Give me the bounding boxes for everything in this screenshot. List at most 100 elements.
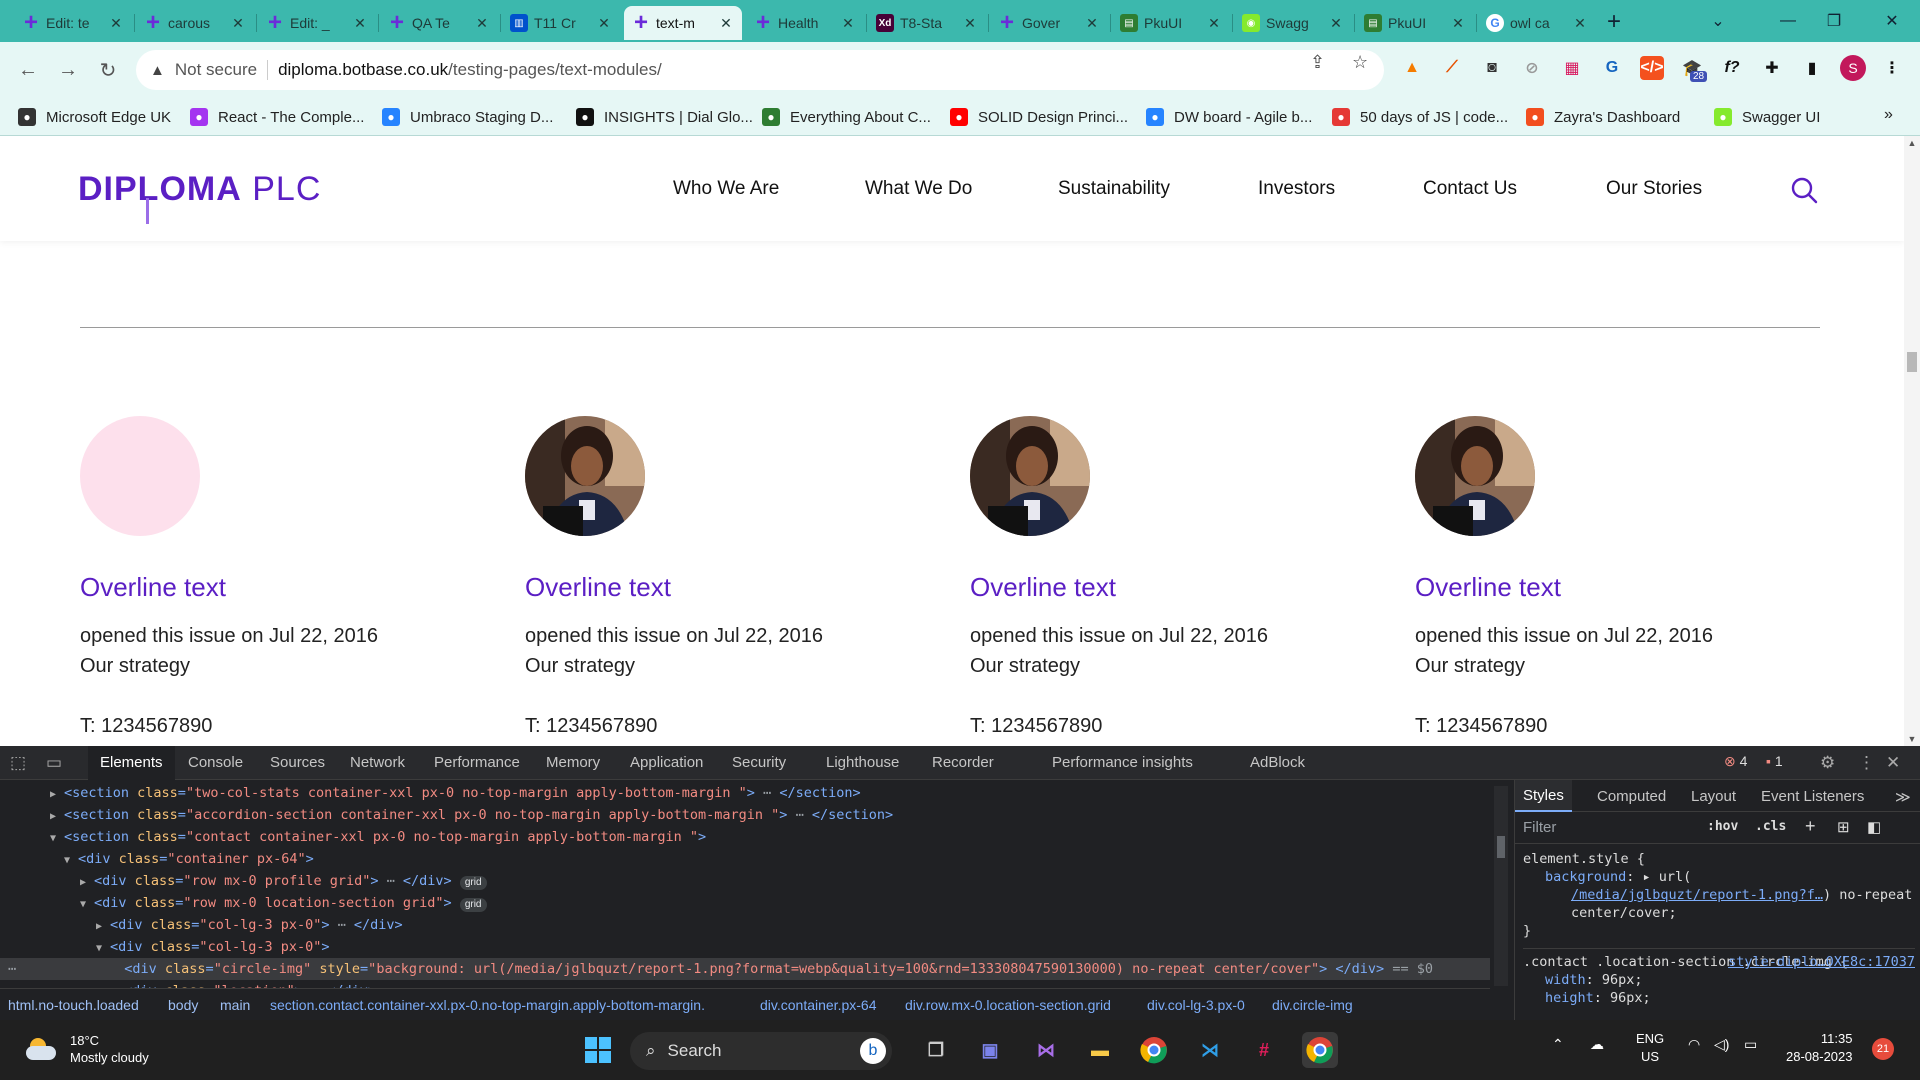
devtools-tab[interactable]: AdBlock (1250, 754, 1305, 771)
browser-tab[interactable]: ▥ T11 Cr ✕ (502, 6, 620, 40)
error-count[interactable]: ⊗ 4 (1724, 753, 1747, 770)
breadcrumb-item[interactable]: div.col-lg-3.px-0 (1147, 997, 1245, 1013)
extension-icon[interactable]: ⊘ (1520, 56, 1544, 80)
close-tab-icon[interactable]: ✕ (1328, 15, 1344, 32)
styles-tab[interactable]: Computed (1597, 788, 1666, 805)
browser-tab[interactable]: + Edit: _ ✕ (258, 6, 376, 40)
breadcrumb-item[interactable]: html.no-touch.loaded (8, 997, 139, 1013)
visual-studio-icon[interactable]: ⋈ (1028, 1032, 1064, 1068)
weather-widget[interactable]: 18°C Mostly cloudy (24, 1032, 149, 1066)
battery-icon[interactable]: ▭ (1744, 1036, 1757, 1053)
devtools-tab[interactable]: Console (188, 754, 243, 771)
bookmark-item[interactable]: ● Umbraco Staging D... (382, 106, 553, 128)
chrome-icon[interactable] (1136, 1032, 1172, 1068)
width-declaration[interactable]: width: 96px; (1523, 971, 1915, 989)
browser-tab[interactable]: + Health ✕ (746, 6, 864, 40)
reload-icon[interactable]: ↻ (94, 56, 122, 84)
more-tabs-icon[interactable]: ≫ (1895, 788, 1911, 806)
devtools-tab[interactable]: Performance insights (1052, 754, 1193, 771)
browser-tab[interactable]: ▤ PkuUI ✕ (1356, 6, 1474, 40)
devtools-tab[interactable]: Security (732, 754, 786, 771)
teams-icon[interactable]: ▣ (972, 1032, 1008, 1068)
extension-icon[interactable]: ⟋ (1440, 56, 1464, 80)
styles-tab[interactable]: Layout (1691, 788, 1736, 805)
extension-icon[interactable]: ◙ (1480, 56, 1504, 80)
dom-node[interactable]: ▶ <section class="accordion-section conta… (0, 804, 1490, 826)
nav-link[interactable]: Our Stories (1606, 178, 1702, 200)
forward-icon[interactable]: → (54, 56, 82, 84)
extensions-puzzle-icon[interactable]: ✚ (1760, 56, 1784, 80)
extension-icon[interactable]: f? (1720, 56, 1744, 80)
wifi-icon[interactable]: ◠ (1688, 1036, 1700, 1053)
rule-source-link[interactable]: style-diplo…0XE8c:17037 (1728, 953, 1915, 971)
profile-avatar[interactable]: S (1840, 55, 1866, 81)
page-scrollbar[interactable]: ▲ ▼ (1904, 136, 1920, 746)
dom-node[interactable]: ▼ <div class="row mx-0 location-section g… (0, 892, 1490, 914)
restore-button[interactable]: ❐ (1806, 0, 1862, 42)
close-tab-icon[interactable]: ✕ (1572, 15, 1588, 32)
close-tab-icon[interactable]: ✕ (1450, 15, 1466, 32)
background-url[interactable]: /media/jglbquzt/report-1.png?f…) no-repe… (1523, 886, 1915, 922)
bookmark-item[interactable]: ● Swagger UI (1714, 106, 1820, 128)
side-panel-icon[interactable]: ▮ (1800, 56, 1824, 80)
dom-node[interactable]: ▼ <div class="col-lg-3 px-0"> (0, 936, 1490, 958)
extension-icon[interactable]: ▦ (1560, 56, 1584, 80)
extension-icon[interactable]: </> (1640, 56, 1664, 80)
nav-link[interactable]: Who We Are (673, 178, 779, 200)
add-rule-icon[interactable]: + (1805, 816, 1816, 837)
bookmarks-overflow[interactable]: » (1884, 106, 1893, 124)
browser-tab[interactable]: + QA Te ✕ (380, 6, 498, 40)
scroll-down-icon[interactable]: ▼ (1904, 734, 1920, 744)
tab-search-icon[interactable]: ⌄ (1690, 0, 1746, 42)
height-declaration[interactable]: height: 96px; (1523, 989, 1915, 1007)
bookmark-star-icon[interactable]: ☆ (1352, 52, 1368, 73)
close-tab-icon[interactable]: ✕ (474, 15, 490, 32)
devtools-tab[interactable]: Network (350, 754, 405, 771)
cls-toggle[interactable]: .cls (1755, 819, 1786, 834)
address-bar[interactable]: ▲ Not secure diploma.botbase.co.uk/testi… (136, 50, 1384, 90)
close-tab-icon[interactable]: ✕ (1206, 15, 1222, 32)
bing-icon[interactable]: b (860, 1038, 886, 1064)
breadcrumb-item[interactable]: body (168, 997, 198, 1013)
clock[interactable]: 11:35 28-08-2023 (1786, 1030, 1853, 1066)
breadcrumb-item[interactable]: main (220, 997, 250, 1013)
tray-overflow-icon[interactable]: ⌃ (1552, 1036, 1564, 1053)
extension-icon[interactable]: G (1600, 56, 1624, 80)
bookmark-item[interactable]: ● 50 days of JS | code... (1332, 106, 1508, 128)
device-toolbar-icon[interactable]: ▭ (46, 753, 62, 773)
dom-scrollbar[interactable] (1494, 786, 1508, 986)
onedrive-icon[interactable]: ☁ (1590, 1036, 1604, 1053)
devtools-tab[interactable]: Performance (434, 754, 520, 771)
bookmark-item[interactable]: ● Everything About C... (762, 106, 931, 128)
browser-tab[interactable]: Gowl ca ✕ (1478, 6, 1596, 40)
devtools-tab[interactable]: Sources (270, 754, 325, 771)
new-tab-button[interactable]: + (1600, 8, 1628, 36)
background-declaration[interactable]: background: ▸ url( (1523, 868, 1915, 886)
notification-badge[interactable]: 21 (1872, 1038, 1894, 1060)
close-tab-icon[interactable]: ✕ (1084, 15, 1100, 32)
search-icon[interactable] (1790, 176, 1818, 204)
file-explorer-icon[interactable]: ▬ (1082, 1032, 1118, 1068)
devtools-menu-icon[interactable]: ⋮ (1858, 753, 1875, 773)
site-logo[interactable]: DIPLOMA PLC (78, 170, 321, 224)
devtools-tab[interactable]: Application (630, 754, 703, 771)
styles-tab[interactable]: Event Listeners (1761, 788, 1864, 805)
scroll-up-icon[interactable]: ▲ (1904, 138, 1920, 148)
browser-tab[interactable]: Xd T8-Sta ✕ (868, 6, 986, 40)
browser-tab[interactable]: + text-m ✕ (624, 6, 742, 40)
nav-link[interactable]: Investors (1258, 178, 1335, 200)
nav-link[interactable]: Contact Us (1423, 178, 1517, 200)
volume-icon[interactable]: ◁) (1714, 1036, 1729, 1053)
devtools-tab[interactable]: Recorder (932, 754, 994, 771)
bookmark-item[interactable]: ● Zayra's Dashboard (1526, 106, 1680, 128)
browser-tab[interactable]: + Gover ✕ (990, 6, 1108, 40)
dom-node[interactable]: ▶<div class="location"> ⋯ </div> (0, 980, 1490, 988)
nav-link[interactable]: Sustainability (1058, 178, 1170, 200)
windows-start-icon[interactable] (580, 1032, 616, 1068)
phone-number[interactable]: T: 1234567890 (80, 715, 500, 738)
share-icon[interactable]: ⇪ (1310, 52, 1325, 73)
scroll-thumb[interactable] (1907, 352, 1917, 372)
close-tab-icon[interactable]: ✕ (840, 15, 856, 32)
breadcrumb-item[interactable]: div.circle-img (1272, 997, 1353, 1013)
breadcrumb-item[interactable]: section.contact.container-xxl.px-0.no-to… (270, 997, 705, 1013)
